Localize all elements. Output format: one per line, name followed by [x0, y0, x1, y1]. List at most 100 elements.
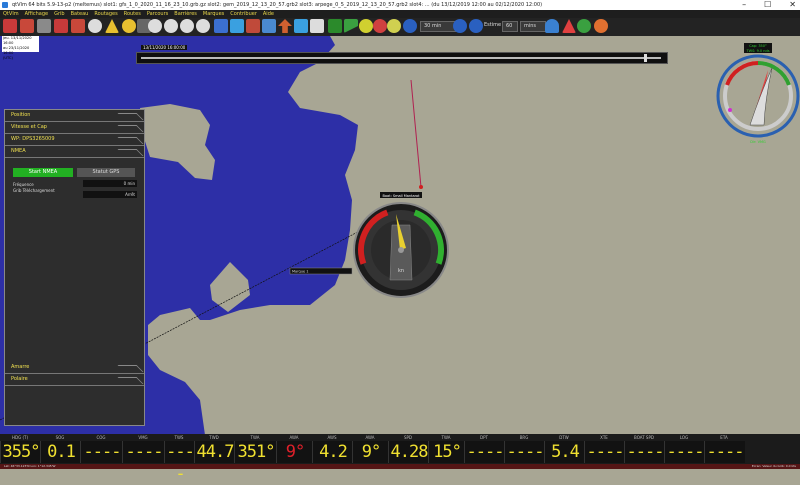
grib-close-icon[interactable]	[20, 19, 34, 33]
estime-unit-select[interactable]: mins	[520, 21, 546, 32]
panel-section-wp[interactable]: WP: DPS3265009	[5, 134, 144, 146]
instrument-cell: DTW 5.4	[544, 434, 585, 464]
date-info-line1: jeu. 13/11/2020 16:00	[3, 36, 32, 45]
status-right: Ecran: Valeur du Grib: 0.0 kts	[751, 464, 796, 468]
waypoint-marker[interactable]	[419, 185, 423, 189]
gps-status-button[interactable]: Statut GPS	[77, 168, 135, 177]
instrument-cell: HDG (T) 355°	[0, 434, 41, 464]
moon-icon[interactable]	[122, 19, 136, 33]
grib-open-icon[interactable]	[3, 19, 17, 33]
instrument-cell: TWA 351°	[234, 434, 277, 464]
sail-icon[interactable]	[105, 19, 119, 33]
no-entry-icon[interactable]	[373, 19, 387, 33]
zoom-select-icon[interactable]	[196, 19, 210, 33]
time-slider-track[interactable]	[141, 57, 661, 59]
play-icon[interactable]	[469, 19, 483, 33]
menu-routages[interactable]: Routages	[94, 10, 117, 18]
panel-section-amarre[interactable]: Amarre	[5, 362, 144, 374]
start-nmea-button[interactable]: Start NMEA	[13, 168, 73, 177]
close-icon[interactable]: ✕	[789, 0, 796, 10]
menu-parcours[interactable]: Parcours	[147, 10, 168, 18]
alarm-icon[interactable]	[562, 19, 576, 33]
play-back-icon[interactable]	[403, 19, 417, 33]
menu-routes[interactable]: Routes	[124, 10, 141, 18]
status-left: Lat: 46°33.123'N Lon: 1°12.345'W	[4, 464, 56, 468]
menu-aide[interactable]: Aide	[263, 10, 274, 18]
boat-label: Boat: Small Mantarot	[383, 194, 421, 198]
status-bar: Lat: 46°33.123'N Lon: 1°12.345'W Ecran: …	[0, 464, 800, 469]
instrument-cell: SPD 4.28	[388, 434, 429, 464]
window-title: qtVlm 64 bits 5.9-13-p2 (meltemus) slot1…	[12, 2, 543, 8]
zoom-in-icon[interactable]	[148, 19, 162, 33]
flag-icon[interactable]	[344, 19, 358, 33]
instrument-cell: AWA 9°	[352, 434, 389, 464]
instrument-cell: BOAT SPD ----	[624, 434, 665, 464]
time-slider[interactable]: 13/11/2020 16:00:00	[136, 45, 668, 64]
arrow-up-icon[interactable]	[278, 19, 292, 33]
maximize-icon[interactable]: ☐	[764, 0, 771, 10]
estime-input[interactable]: 60	[502, 21, 518, 32]
menu-bateau[interactable]: Bateau	[71, 10, 89, 18]
instrument-cell: BRG ----	[504, 434, 545, 464]
zoom-out-icon[interactable]	[164, 19, 178, 33]
windows-icon[interactable]	[214, 19, 228, 33]
grib2-close-icon[interactable]	[71, 19, 85, 33]
minimize-icon[interactable]: –	[742, 0, 746, 10]
freq-input[interactable]: 0 min	[83, 180, 137, 187]
pencil-icon[interactable]	[246, 19, 260, 33]
instrument-cell: COG ----	[80, 434, 123, 464]
toolbar: 30 min Estime 60 mins	[0, 18, 800, 36]
route-icon[interactable]	[294, 19, 308, 33]
ruler-icon[interactable]	[262, 19, 276, 33]
menu-bar: QtVlm Affichage Grib Bateau Routages Rou…	[0, 10, 800, 18]
grib-info-icon[interactable]	[37, 19, 51, 33]
mini-label: Marque 1	[292, 270, 308, 274]
panel-section-position[interactable]: Position	[5, 110, 144, 122]
barrier-icon[interactable]	[387, 19, 401, 33]
instrument-cell: TWA 15°	[428, 434, 465, 464]
menu-qtvlm[interactable]: QtVlm	[3, 10, 19, 18]
instrument-cell: AWA 9°	[276, 434, 313, 464]
instrument-cell: ETA ----	[704, 434, 745, 464]
date-info-line2: au 23/11/2020 16:00	[3, 46, 30, 55]
menu-barrieres[interactable]: Barrières	[174, 10, 197, 18]
lifebuoy-icon[interactable]	[594, 19, 608, 33]
instrument-bar: HDG (T) 355° SOG 0.1 COG ---- VMG ---- TWS --…	[0, 434, 800, 484]
anchor-icon[interactable]	[577, 19, 591, 33]
bell-icon[interactable]	[545, 19, 559, 33]
panel-section-nmea[interactable]: NMEA	[5, 146, 144, 158]
step-select[interactable]: 30 min	[420, 21, 456, 32]
freq-label: Fréquence	[13, 182, 34, 187]
clock-icon[interactable]	[88, 19, 102, 33]
nmea-panel: Position Vitesse et Cap WP: DPS3265009 N…	[4, 109, 145, 426]
menu-contribuer[interactable]: Contribuer	[230, 10, 257, 18]
compass-top-label2: TWS: 9.0 nds	[745, 49, 769, 53]
instrument-cell: XTE ----	[584, 434, 625, 464]
instrument-cell: TWS ----	[164, 434, 195, 484]
instrument-cell: DPT ----	[464, 434, 505, 464]
svg-text:kn: kn	[398, 268, 404, 274]
tool-icon[interactable]	[230, 19, 244, 33]
instrument-cell: AWS 4.2	[312, 434, 353, 464]
sun-icon[interactable]	[359, 19, 373, 33]
zoom-fit-icon[interactable]	[180, 19, 194, 33]
grib2-open-icon[interactable]	[54, 19, 68, 33]
panel-section-speed[interactable]: Vitesse et Cap	[5, 122, 144, 134]
step-back-icon[interactable]	[453, 19, 467, 33]
time-slider-thumb[interactable]	[644, 54, 647, 62]
compass-bottom-label: Dir: VMG	[750, 140, 766, 144]
date-info: jeu. 13/11/2020 16:00 au 23/11/2020 16:0…	[2, 36, 39, 60]
screen-icon[interactable]	[310, 19, 324, 33]
panel-section-polaire[interactable]: Polaire	[5, 374, 144, 386]
gribdl-select[interactable]: Arrêt	[83, 191, 137, 198]
window-titlebar: qtVlm 64 bits 5.9-13-p2 (meltemus) slot1…	[0, 0, 800, 10]
instrument-cell: LOG ----	[664, 434, 705, 464]
polar-icon[interactable]	[328, 19, 342, 33]
instrument-cell: SOG 0.1	[40, 434, 81, 464]
menu-grib[interactable]: Grib	[54, 10, 65, 18]
menu-affichage[interactable]: Affichage	[25, 10, 49, 18]
instrument-cell: TWD 44.7	[194, 434, 235, 464]
menu-marques[interactable]: Marques	[203, 10, 224, 18]
date-info-line3: (UTC)	[3, 56, 13, 60]
gribdl-label: Grib Téléchargement	[13, 188, 55, 193]
